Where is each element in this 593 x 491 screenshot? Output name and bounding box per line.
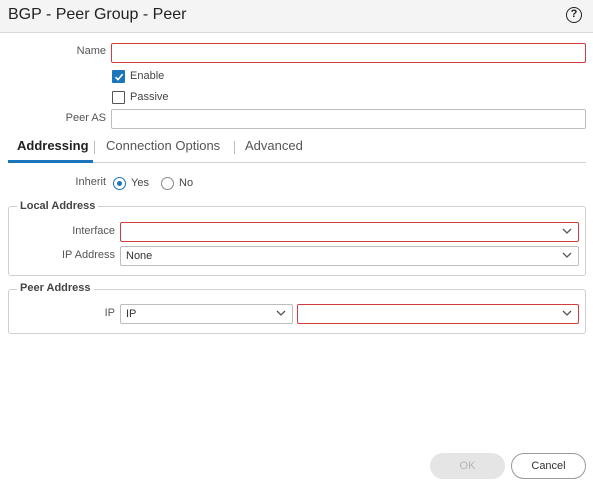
local-address-legend: Local Address	[17, 200, 99, 212]
dialog-title-bar: BGP - Peer Group - Peer ?	[0, 0, 593, 33]
peer-as-label: Peer AS	[65, 112, 106, 124]
inherit-yes-label: Yes	[131, 177, 149, 189]
name-label: Name	[76, 45, 106, 57]
ip-address-label: IP Address	[62, 249, 115, 261]
tab-bar: Addressing Connection Options Advanced	[8, 132, 586, 163]
peer-address-legend: Peer Address	[17, 282, 94, 294]
tab-advanced[interactable]: Advanced	[245, 138, 303, 153]
interface-label: Interface	[72, 225, 115, 237]
inherit-no-label: No	[179, 177, 194, 189]
inherit-yes-radio[interactable]	[113, 177, 126, 190]
peer-as-input[interactable]	[111, 109, 586, 129]
interface-select[interactable]	[120, 222, 579, 242]
tab-separator	[234, 141, 235, 154]
cancel-button[interactable]: Cancel	[511, 453, 586, 479]
chevron-down-icon	[562, 252, 572, 258]
tab-separator	[94, 141, 95, 154]
peer-ip-select[interactable]	[297, 304, 579, 324]
ip-address-select[interactable]: None	[120, 246, 579, 266]
ip-address-value: None	[126, 250, 153, 262]
inherit-label: Inherit	[75, 176, 106, 188]
chevron-down-icon	[562, 310, 572, 316]
ok-button[interactable]: OK	[430, 453, 505, 479]
active-tab-indicator	[8, 160, 93, 163]
name-input[interactable]	[111, 43, 586, 63]
passive-label: Passive	[130, 91, 169, 103]
enable-label: Enable	[130, 70, 165, 82]
chevron-down-icon	[276, 310, 286, 316]
chevron-down-icon	[562, 228, 572, 234]
inherit-no-radio[interactable]	[161, 177, 174, 190]
tab-connection-options[interactable]: Connection Options	[106, 138, 220, 153]
peer-ip-type-value: IP	[126, 308, 137, 320]
dialog-title: BGP - Peer Group - Peer	[8, 6, 187, 23]
tab-addressing[interactable]: Addressing	[17, 138, 89, 153]
help-icon[interactable]: ?	[566, 7, 582, 23]
peer-ip-type-select[interactable]: IP	[120, 304, 293, 324]
checkmark-icon	[114, 73, 124, 81]
peer-ip-label: IP	[104, 307, 115, 319]
passive-checkbox[interactable]	[112, 91, 125, 104]
enable-checkbox[interactable]	[112, 70, 125, 83]
